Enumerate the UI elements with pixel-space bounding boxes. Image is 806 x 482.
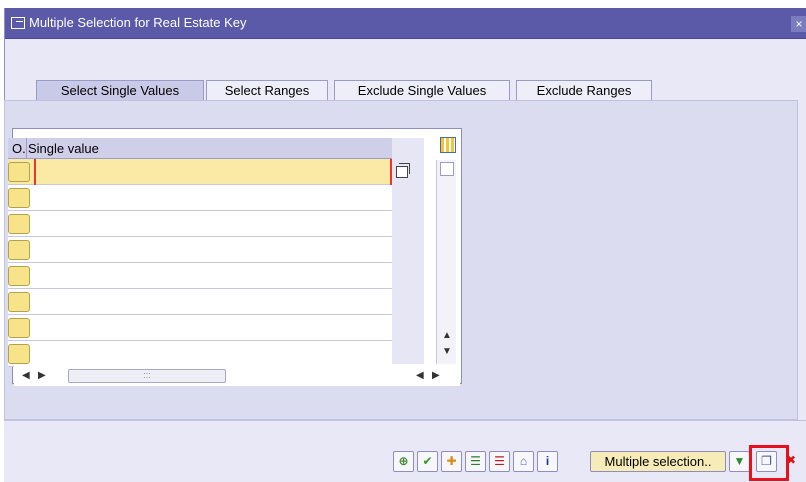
tab-label: Select Ranges [224, 83, 310, 98]
scroll-right-arrow-icon[interactable]: ▶ [432, 370, 440, 381]
table-row[interactable] [8, 159, 392, 185]
scroll-right-arrow-icon[interactable]: ▶ [38, 370, 46, 381]
single-value-input[interactable] [34, 315, 392, 341]
tab-exclude-single-values[interactable]: Exclude Single Values [334, 80, 510, 102]
row-selector[interactable] [8, 162, 30, 182]
dialog-title: Multiple Selection for Real Estate Key [29, 15, 247, 30]
import-icon[interactable]: ▼ [729, 451, 750, 472]
single-value-input[interactable] [34, 341, 392, 367]
single-value-input[interactable] [34, 289, 392, 315]
tab-label: Exclude Single Values [357, 83, 487, 98]
single-value-input[interactable] [34, 237, 392, 263]
vertical-scrollbar[interactable]: ▲ ▼ [436, 160, 456, 364]
title-bar: Multiple Selection for Real Estate Key × [5, 8, 806, 39]
scroll-left-arrow-icon[interactable]: ◀ [22, 370, 30, 381]
table-row[interactable] [8, 315, 392, 341]
insert-line-icon[interactable]: ✚ [441, 451, 462, 472]
row-selector[interactable] [8, 318, 30, 338]
table-row[interactable] [8, 185, 392, 211]
horizontal-scrollbar[interactable]: ◀ ▶ ::: ◀ ▶ [14, 366, 460, 386]
table-row[interactable] [8, 341, 392, 367]
row-selector[interactable] [8, 266, 30, 286]
scroll-thumb[interactable] [440, 162, 454, 176]
top-strip [0, 0, 806, 8]
row-selector[interactable] [8, 214, 30, 234]
scroll-thumb[interactable]: ::: [68, 369, 226, 383]
row-selector[interactable] [8, 292, 30, 312]
window-icon [11, 17, 25, 29]
single-value-input[interactable] [34, 185, 392, 211]
scroll-left-arrow-icon[interactable]: ◀ [416, 370, 424, 381]
copy-checkmark-icon[interactable]: ✔ [417, 451, 438, 472]
scroll-down-arrow-icon[interactable]: ▼ [442, 346, 452, 357]
single-value-input[interactable] [34, 263, 392, 289]
insert-row-icon[interactable]: ☰ [465, 451, 486, 472]
header-option[interactable]: O. [12, 141, 26, 156]
single-value-input[interactable] [34, 211, 392, 237]
delete-row-icon[interactable]: ☰ [489, 451, 510, 472]
tab-label: Select Single Values [60, 83, 180, 98]
tab-exclude-ranges[interactable]: Exclude Ranges [516, 80, 652, 102]
highlight-box [749, 445, 789, 481]
tab-label: Exclude Ranges [536, 83, 632, 98]
header-single-value[interactable]: Single value [28, 141, 99, 156]
delete-all-icon[interactable]: ⌂ [513, 451, 534, 472]
single-value-input[interactable] [34, 159, 392, 185]
close-button[interactable]: × [791, 16, 806, 32]
table-row[interactable] [8, 289, 392, 315]
header-separator [26, 138, 27, 159]
check-entries-icon[interactable]: ⊕ [393, 451, 414, 472]
table-row[interactable] [8, 211, 392, 237]
scroll-up-arrow-icon[interactable]: ▲ [442, 330, 452, 341]
tab-select-ranges[interactable]: Select Ranges [206, 80, 328, 102]
info-icon[interactable]: i [537, 451, 558, 472]
row-selector[interactable] [8, 240, 30, 260]
multiple-selection-button[interactable]: Multiple selection.. [590, 451, 726, 472]
multi-value-copy-icon[interactable] [396, 163, 410, 178]
table-row[interactable] [8, 263, 392, 289]
column-settings-icon[interactable] [440, 137, 456, 153]
row-selector[interactable] [8, 344, 30, 364]
table-row[interactable] [8, 237, 392, 263]
row-selector[interactable] [8, 188, 30, 208]
